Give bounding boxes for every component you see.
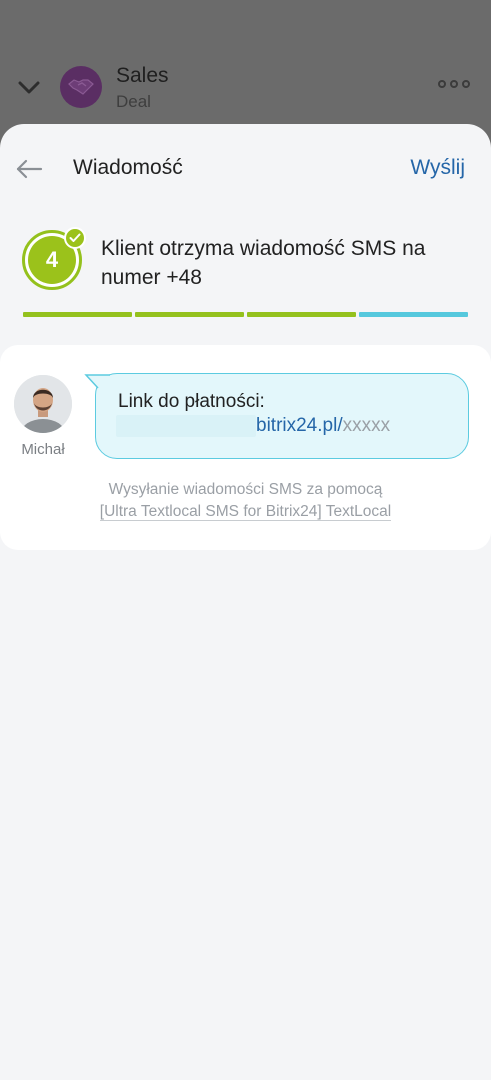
background-header: Sales Deal xyxy=(0,0,491,140)
message-text: Link do płatności: xyxy=(118,391,265,412)
redacted-link-part xyxy=(116,415,256,437)
page-title: Wiadomość xyxy=(73,156,183,179)
message-bubble: Link do płatności: bitrix24.pl / xxxxx xyxy=(84,373,470,461)
step-indicator: 4 xyxy=(22,227,86,290)
progress-bar xyxy=(23,312,468,318)
sheet-topbar: Wiadomość Wyślij xyxy=(0,124,491,216)
more-icon[interactable] xyxy=(438,80,470,92)
person-icon xyxy=(14,375,72,433)
progress-segment xyxy=(247,312,356,317)
provider-note: Wysyłanie wiadomości SMS za pomocą [Ultr… xyxy=(99,481,392,521)
progress-segment xyxy=(135,312,244,317)
message-sheet: Wiadomość Wyślij 4 Klient otrzyma wiadom… xyxy=(0,124,491,1080)
provider-link[interactable]: [Ultra Textlocal SMS for Bitrix24] TextL… xyxy=(99,503,392,521)
message-card: Michał Link do płatności: bitrix24.pl / xx… xyxy=(0,345,491,550)
back-arrow-icon[interactable] xyxy=(14,154,44,184)
sender-name: Michał xyxy=(21,441,65,458)
step-description: Klient otrzyma wiadomość SMS na numer +4… xyxy=(101,237,426,289)
progress-segment xyxy=(359,312,468,317)
payment-link[interactable]: bitrix24.pl / xxxxx xyxy=(116,415,390,437)
send-button[interactable]: Wyślij xyxy=(410,156,465,180)
avatar xyxy=(14,375,72,433)
handshake-icon xyxy=(68,79,94,95)
check-icon xyxy=(64,227,86,249)
deal-avatar xyxy=(60,66,102,108)
progress-segment xyxy=(23,312,132,317)
deal-subtitle: Deal xyxy=(116,92,151,111)
bubble-tail xyxy=(84,374,110,389)
deal-title: Sales xyxy=(116,64,169,87)
chevron-down-icon xyxy=(18,81,40,94)
